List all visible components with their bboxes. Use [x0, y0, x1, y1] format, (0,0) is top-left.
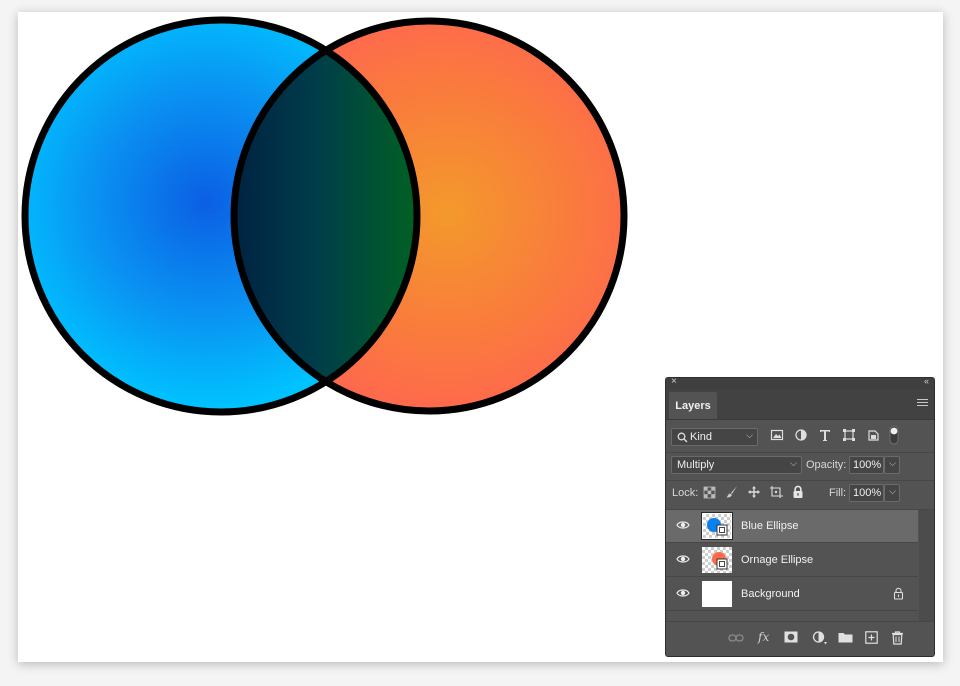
layer-name[interactable]: Ornage Ellipse	[741, 554, 813, 566]
filter-row: Kind ⌵	[666, 425, 934, 454]
adjustment-layer-icon[interactable]	[812, 631, 828, 645]
search-icon	[677, 432, 688, 442]
blend-mode-dropdown[interactable]: Multiply ⌵	[671, 456, 802, 474]
new-layer-icon[interactable]	[865, 631, 878, 644]
filter-kind-dropdown[interactable]: Kind ⌵	[671, 428, 758, 446]
layer-row-background[interactable]: Background	[666, 578, 918, 611]
layer-name[interactable]: Background	[741, 588, 800, 600]
divider	[666, 480, 934, 481]
layer-row-orange-ellipse[interactable]: Ornage Ellipse	[666, 544, 918, 577]
lock-artboard-icon[interactable]	[769, 485, 784, 499]
fill-slider-toggle[interactable]: ⌵	[884, 484, 900, 502]
eye-visibility-icon[interactable]	[676, 554, 690, 564]
divider	[666, 452, 934, 453]
panel-tab-row: Layers	[666, 389, 934, 420]
opacity-field[interactable]: 100%	[849, 456, 884, 474]
opacity-label: Opacity:	[806, 459, 847, 471]
tab-layers[interactable]: Layers	[669, 392, 717, 419]
mask-icon[interactable]	[784, 631, 798, 643]
blend-row: Multiply ⌵ Opacity: 100% ⌵	[666, 456, 934, 478]
filter-kind-label: Kind	[690, 431, 713, 443]
layers-scrollbar[interactable]	[919, 510, 934, 622]
chevron-down-icon: ⌵	[889, 486, 896, 496]
fx-icon[interactable]: fx	[758, 630, 769, 644]
layers-panel: × ‹‹ Layers Kind ⌵ Multiply ⌵ Opacity: 1…	[665, 377, 935, 657]
layer-name[interactable]: Blue Ellipse	[741, 520, 798, 532]
lock-row: Lock: Fill: 100% ⌵	[666, 484, 934, 506]
shape-layer-badge-icon	[712, 552, 728, 570]
layer-thumbnail	[702, 547, 732, 573]
fill-label: Fill:	[829, 487, 847, 499]
shape-layer-badge-icon	[707, 518, 728, 536]
layer-lock-icon[interactable]	[893, 587, 904, 600]
adjustment-filter-icon[interactable]	[794, 428, 808, 442]
lock-image-pixels-icon[interactable]	[725, 485, 739, 499]
shape-filter-icon[interactable]	[842, 428, 856, 442]
type-filter-icon[interactable]	[818, 428, 832, 442]
layer-row-blue-ellipse[interactable]: Blue Ellipse	[666, 510, 918, 543]
image-filter-icon[interactable]	[770, 428, 784, 442]
eye-visibility-icon[interactable]	[676, 588, 690, 598]
chevron-down-icon: ⌵	[746, 430, 753, 440]
lock-label: Lock:	[672, 487, 699, 499]
layer-thumbnail	[701, 512, 733, 540]
layers-bottom-toolbar: fx	[666, 621, 934, 656]
chevron-down-icon: ⌵	[889, 458, 896, 468]
blend-mode-value: Multiply	[677, 459, 715, 471]
panel-menu-icon[interactable]	[917, 399, 928, 408]
close-panel-icon[interactable]: ×	[671, 378, 677, 387]
smart-object-filter-icon[interactable]	[866, 428, 880, 442]
lock-transparent-pixels-icon[interactable]	[703, 486, 716, 499]
link-icon[interactable]	[728, 633, 744, 643]
lock-position-icon[interactable]	[747, 485, 761, 499]
eye-visibility-icon[interactable]	[676, 520, 690, 530]
panel-titlebar: × ‹‹	[666, 378, 934, 389]
layer-thumbnail	[702, 581, 732, 607]
fill-field[interactable]: 100%	[849, 484, 884, 502]
collapse-panel-icon[interactable]: ‹‹	[924, 378, 929, 386]
lock-all-icon[interactable]	[792, 485, 804, 499]
trash-icon[interactable]	[891, 631, 904, 645]
chevron-down-icon: ⌵	[790, 458, 797, 468]
folder-icon[interactable]	[838, 631, 853, 643]
filter-toggle-icon[interactable]	[888, 425, 900, 445]
opacity-slider-toggle[interactable]: ⌵	[884, 456, 900, 474]
